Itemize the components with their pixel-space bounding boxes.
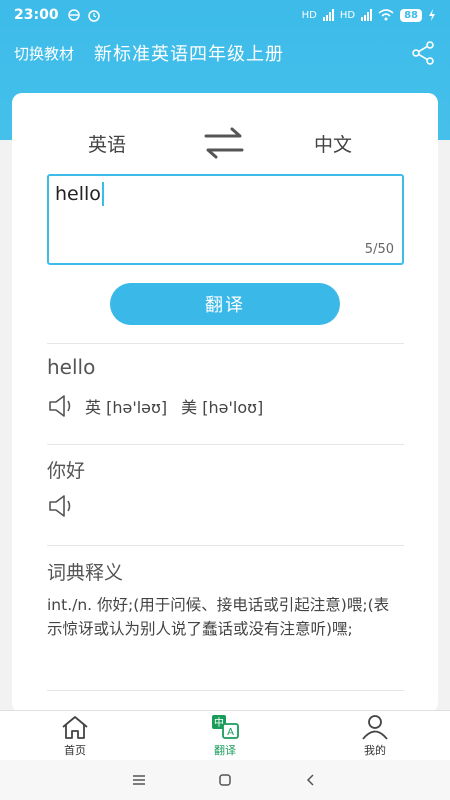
us-label: 美: [181, 398, 198, 417]
text-input[interactable]: hello 5/50: [47, 174, 404, 265]
profile-icon: [362, 714, 388, 740]
translate-card: 英语 中文 hello 5/50 翻译 hello 英 [hə'ləʊ] 美 […: [12, 93, 438, 713]
menu-icon[interactable]: [131, 772, 147, 788]
signal-label-2: HD: [339, 9, 356, 21]
back-icon[interactable]: [303, 772, 319, 788]
divider: [47, 343, 404, 344]
nav-label-translate: 翻译: [214, 743, 236, 757]
dictionary-text: int./n. 你好;(用于问候、接电话或引起注意)喂;(表示惊讶或认为别人说了…: [47, 596, 390, 638]
dictionary-title: 词典释义: [47, 562, 124, 584]
language-row: 英语 中文: [12, 123, 438, 163]
char-count: 5/50: [364, 242, 394, 257]
divider: [47, 444, 404, 445]
signal-icon-2: [361, 9, 373, 21]
uk-phonetic: [hə'ləʊ]: [106, 398, 168, 417]
home-icon: [62, 715, 88, 739]
nav-item-home[interactable]: 首页: [0, 711, 150, 760]
signal-icon: [322, 9, 334, 21]
swap-icon[interactable]: [200, 125, 248, 161]
signal-label-1: HD: [301, 9, 317, 21]
sync-icon: [67, 9, 80, 21]
page-title: 新标准英语四年级上册: [94, 44, 285, 65]
uk-label: 英: [85, 398, 102, 417]
home-square-icon[interactable]: [217, 772, 233, 788]
nav-label-profile: 我的: [364, 743, 386, 757]
nav-item-profile[interactable]: 我的: [300, 711, 450, 760]
alarm-icon: [87, 10, 100, 22]
result-word: hello: [47, 355, 96, 379]
status-time: 23:00: [14, 7, 59, 23]
switch-textbook-button[interactable]: 切换教材: [14, 43, 74, 64]
speaker-icon[interactable]: [47, 393, 77, 419]
target-language[interactable]: 中文: [314, 130, 352, 157]
translation-text: 你好: [47, 460, 86, 482]
translate-icon: 中 A: [212, 714, 239, 739]
input-text-value[interactable]: hello: [55, 182, 104, 206]
nav-label-home: 首页: [64, 743, 86, 757]
divider: [47, 545, 404, 546]
speaker-icon[interactable]: [47, 493, 77, 519]
share-icon[interactable]: [410, 40, 436, 66]
us-phonetic: [hə'loʊ]: [202, 398, 264, 417]
status-bar: 23:00 HD HD 88: [0, 0, 450, 30]
nav-item-translate[interactable]: 中 A 翻译: [150, 711, 300, 760]
battery-icon: 88: [400, 8, 422, 22]
system-nav-bar: [0, 760, 450, 800]
charging-icon: [429, 9, 435, 21]
app-bar: 切换教材 新标准英语四年级上册: [0, 30, 450, 76]
translate-button[interactable]: 翻译: [110, 283, 340, 325]
wifi-icon: [378, 9, 394, 21]
svg-text:A: A: [227, 727, 234, 738]
phonetic-row: 英 [hə'ləʊ] 美 [hə'loʊ]: [47, 393, 277, 419]
divider: [47, 690, 404, 691]
source-language[interactable]: 英语: [88, 130, 126, 157]
bottom-nav: 首页 中 A 翻译 我的: [0, 710, 450, 760]
